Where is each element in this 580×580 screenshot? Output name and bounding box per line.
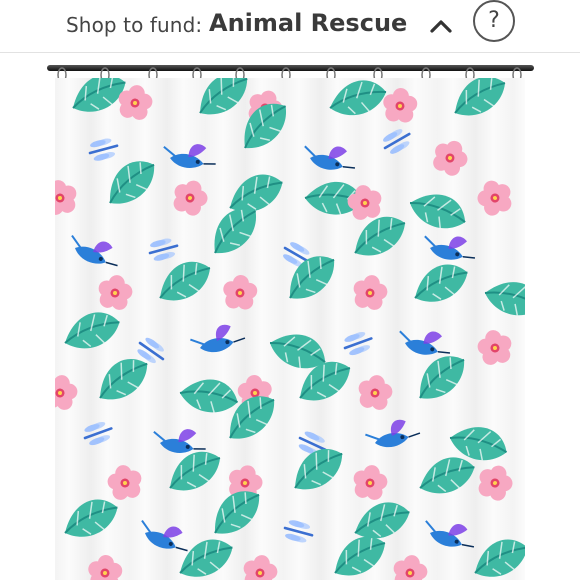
shower-curtain <box>55 78 525 580</box>
tropical-pattern <box>55 78 525 580</box>
pattern-tiles <box>55 78 525 580</box>
